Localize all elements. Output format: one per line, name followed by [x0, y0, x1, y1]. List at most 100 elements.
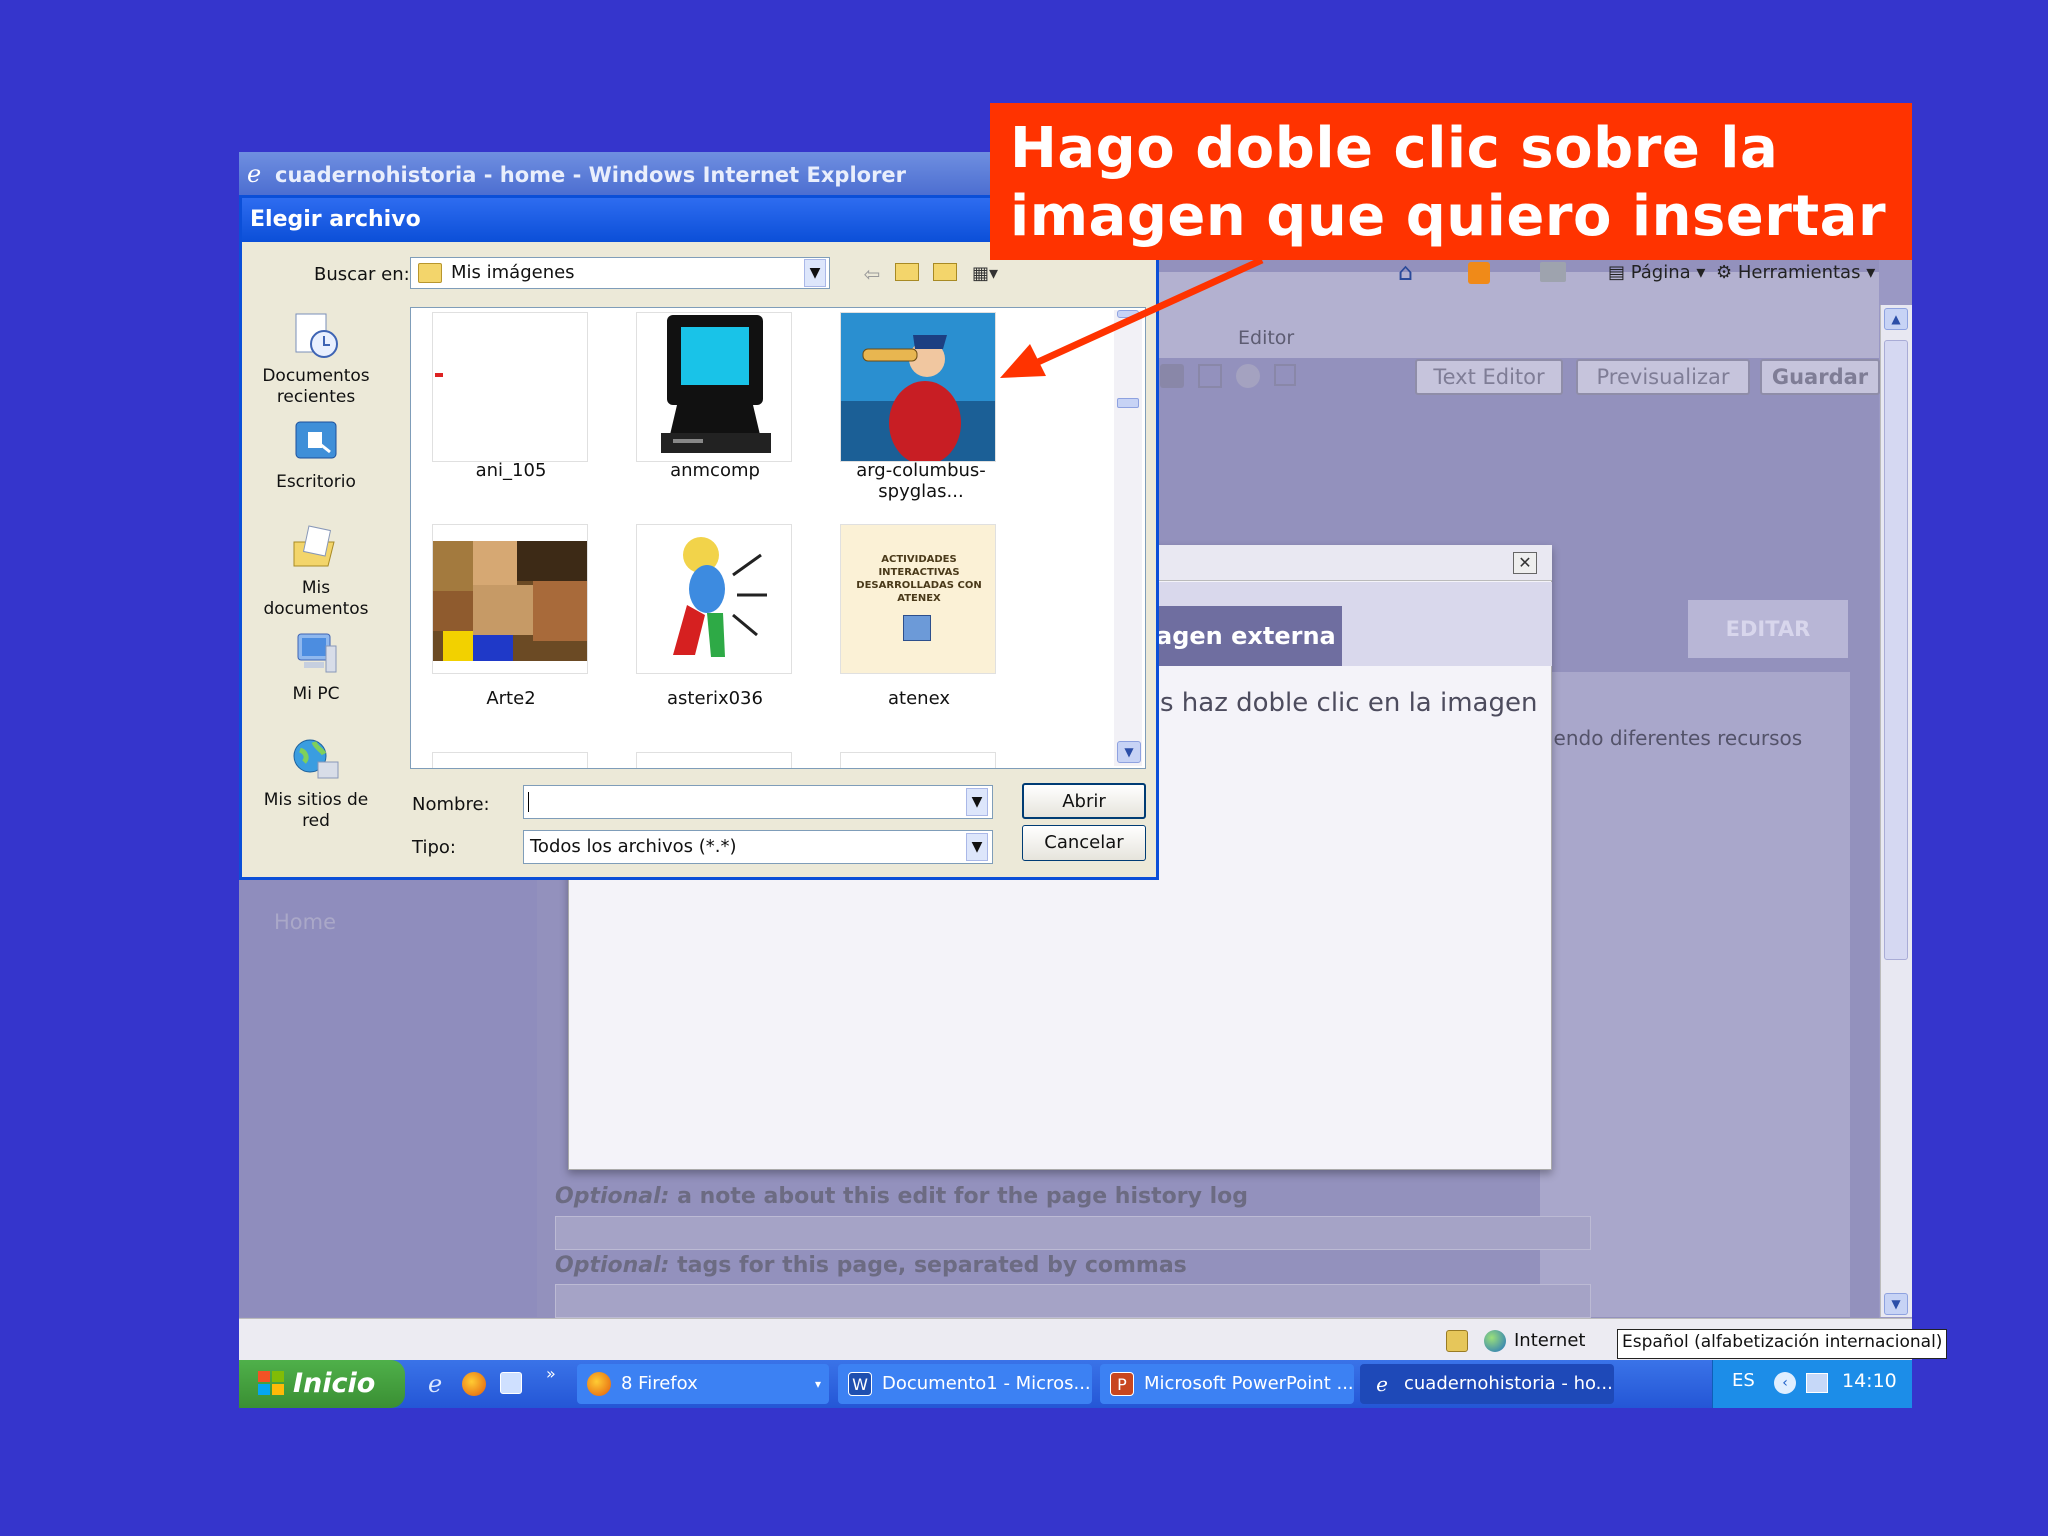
- open-button[interactable]: Abrir: [1022, 783, 1146, 819]
- page-menu[interactable]: ▤ Página ▾: [1608, 262, 1705, 283]
- file-thumb-asterix[interactable]: [636, 524, 792, 674]
- file-thumb-arte2[interactable]: [432, 524, 588, 674]
- file-label-columbus[interactable]: arg-columbus-spyglas...: [821, 460, 1021, 502]
- optional-note-label: Optional: a note about this edit for the…: [555, 1184, 1248, 1209]
- quicklaunch-desktop-icon[interactable]: [500, 1372, 522, 1394]
- file-list-scrollbar[interactable]: [1114, 310, 1142, 766]
- place-network[interactable]: Mis sitios de red: [252, 734, 380, 832]
- file-list-scroll-up-icon[interactable]: [1117, 310, 1139, 318]
- tools-menu[interactable]: ⚙ Herramientas ▾: [1716, 262, 1875, 283]
- home-icon[interactable]: ⌂: [1398, 258, 1413, 286]
- atenex-logo-icon: [903, 615, 931, 641]
- ie-scroll-thumb[interactable]: [1884, 340, 1908, 960]
- scroll-down-icon[interactable]: ▼: [1884, 1293, 1908, 1315]
- close-icon[interactable]: ✕: [1513, 552, 1537, 574]
- file-list[interactable]: ani_105 anmcomp arg-columbus-spyglas...: [410, 307, 1146, 769]
- text-editor-button[interactable]: Text Editor: [1415, 359, 1563, 395]
- table-icon[interactable]: [1198, 364, 1222, 388]
- editar-tab[interactable]: EDITAR: [1688, 600, 1848, 658]
- file-dialog: Elegir archivo Buscar en: Mis imágenes ▼…: [239, 195, 1159, 880]
- globe-icon: [1484, 1330, 1506, 1352]
- file-label-arte2[interactable]: Arte2: [411, 688, 611, 709]
- tags-input[interactable]: [555, 1284, 1591, 1318]
- background-page-text: iendo diferentes recursos: [1548, 726, 1803, 750]
- embed-icon[interactable]: [1274, 364, 1296, 386]
- callout-line-2: imagen que quiero insertar: [1010, 184, 1887, 249]
- view-menu-icon[interactable]: ▦▾: [970, 260, 1000, 288]
- file-thumb-columbus[interactable]: [840, 312, 996, 462]
- name-dropdown-icon[interactable]: ▼: [966, 788, 988, 816]
- cancel-button[interactable]: Cancelar: [1022, 825, 1146, 861]
- task-firefox[interactable]: 8 Firefox ▾: [577, 1364, 829, 1404]
- place-recent[interactable]: Documentos recientes: [252, 310, 380, 408]
- tray-expand-icon[interactable]: ‹: [1774, 1372, 1796, 1394]
- file-thumb-row3-2[interactable]: [636, 752, 792, 768]
- chevron-down-icon: ▾: [814, 1377, 821, 1391]
- file-list-scroll-down-icon[interactable]: ▼: [1117, 741, 1141, 763]
- file-thumb-atenex[interactable]: ACTIVIDADES INTERACTIVAS DESARROLLADAS C…: [840, 524, 996, 674]
- preview-button[interactable]: Previsualizar: [1576, 359, 1750, 395]
- tools-menu-label: Herramientas: [1737, 262, 1861, 283]
- optional-note-prefix: Optional:: [555, 1184, 670, 1209]
- language-indicator[interactable]: ES: [1732, 1370, 1755, 1391]
- tab-external-image[interactable]: agen externa: [1150, 606, 1342, 666]
- start-label: Inicio: [293, 1368, 376, 1399]
- file-thumb-row3-3[interactable]: [840, 752, 996, 768]
- network-places-icon: [293, 739, 339, 779]
- desktop-icon: [295, 421, 337, 459]
- file-label-asterix[interactable]: asterix036: [615, 688, 815, 709]
- powerpoint-icon: P: [1110, 1372, 1134, 1396]
- lookin-select[interactable]: Mis imágenes: [410, 257, 830, 289]
- rss-icon[interactable]: [1468, 262, 1490, 284]
- type-dropdown-icon[interactable]: ▼: [966, 833, 988, 861]
- page-icon: ▤: [1608, 262, 1631, 283]
- place-desktop-label: Escritorio: [276, 472, 356, 492]
- task-powerpoint[interactable]: P Microsoft PowerPoint ...: [1100, 1364, 1354, 1404]
- lookin-label: Buscar en:: [314, 264, 410, 285]
- place-my-documents[interactable]: Mis documentos: [252, 522, 380, 620]
- page-menu-label: Página: [1630, 262, 1691, 283]
- firefox-icon: [587, 1372, 611, 1396]
- optional-tags-prefix: Optional:: [555, 1253, 670, 1278]
- file-thumb-anmcomp[interactable]: [636, 312, 792, 462]
- place-my-computer[interactable]: Mi PC: [252, 628, 380, 705]
- task-ie[interactable]: e cuadernohistoria - ho...: [1360, 1364, 1614, 1404]
- name-label: Nombre:: [412, 794, 490, 815]
- file-name-input[interactable]: [523, 785, 993, 819]
- lookin-dropdown-icon[interactable]: ▼: [804, 259, 826, 287]
- language-tooltip: Español (alfabetización internacional): [1617, 1329, 1948, 1359]
- save-button[interactable]: Guardar: [1760, 359, 1880, 395]
- calendar-icon[interactable]: [1160, 364, 1184, 388]
- my-documents-icon: [293, 525, 335, 567]
- file-thumb-row3-1[interactable]: [432, 752, 588, 768]
- quicklaunch-ie-icon[interactable]: e: [428, 1370, 442, 1398]
- network-tray-icon[interactable]: [1806, 1373, 1828, 1393]
- folder-icon: [418, 263, 442, 283]
- file-thumb-ani-105[interactable]: [432, 312, 588, 462]
- lock-icon: [1446, 1330, 1468, 1352]
- back-icon[interactable]: ⇦: [857, 260, 887, 288]
- ie-icon: e: [1376, 1372, 1388, 1396]
- gear-icon: ⚙: [1716, 262, 1738, 283]
- file-label-anmcomp[interactable]: anmcomp: [615, 460, 815, 481]
- atenex-thumb-text: ACTIVIDADES INTERACTIVAS DESARROLLADAS C…: [856, 554, 982, 604]
- print-icon[interactable]: [1540, 262, 1566, 282]
- file-type-select[interactable]: Todos los archivos (*.*): [523, 830, 993, 864]
- up-folder-icon[interactable]: [892, 260, 922, 288]
- file-label-atenex[interactable]: atenex: [819, 688, 1019, 709]
- edit-note-input[interactable]: [555, 1216, 1591, 1250]
- scroll-up-icon[interactable]: ▲: [1884, 308, 1908, 330]
- file-list-scroll-thumb[interactable]: [1117, 398, 1139, 408]
- home-link[interactable]: Home: [274, 910, 336, 934]
- task-word[interactable]: W Documento1 - Micros...: [838, 1364, 1092, 1404]
- word-icon: W: [848, 1372, 872, 1396]
- place-desktop[interactable]: Escritorio: [252, 416, 380, 493]
- widget-icon[interactable]: [1236, 364, 1260, 388]
- quicklaunch-more-icon[interactable]: »: [546, 1364, 556, 1383]
- file-label-ani-105[interactable]: ani_105: [411, 460, 611, 481]
- quicklaunch-firefox-icon[interactable]: [462, 1372, 486, 1396]
- optional-tags-text: tags for this page, separated by commas: [669, 1253, 1187, 1278]
- editor-tool-icons[interactable]: [1160, 364, 1320, 390]
- task-ie-label: cuadernohistoria - ho...: [1404, 1373, 1613, 1394]
- new-folder-icon[interactable]: [930, 260, 960, 288]
